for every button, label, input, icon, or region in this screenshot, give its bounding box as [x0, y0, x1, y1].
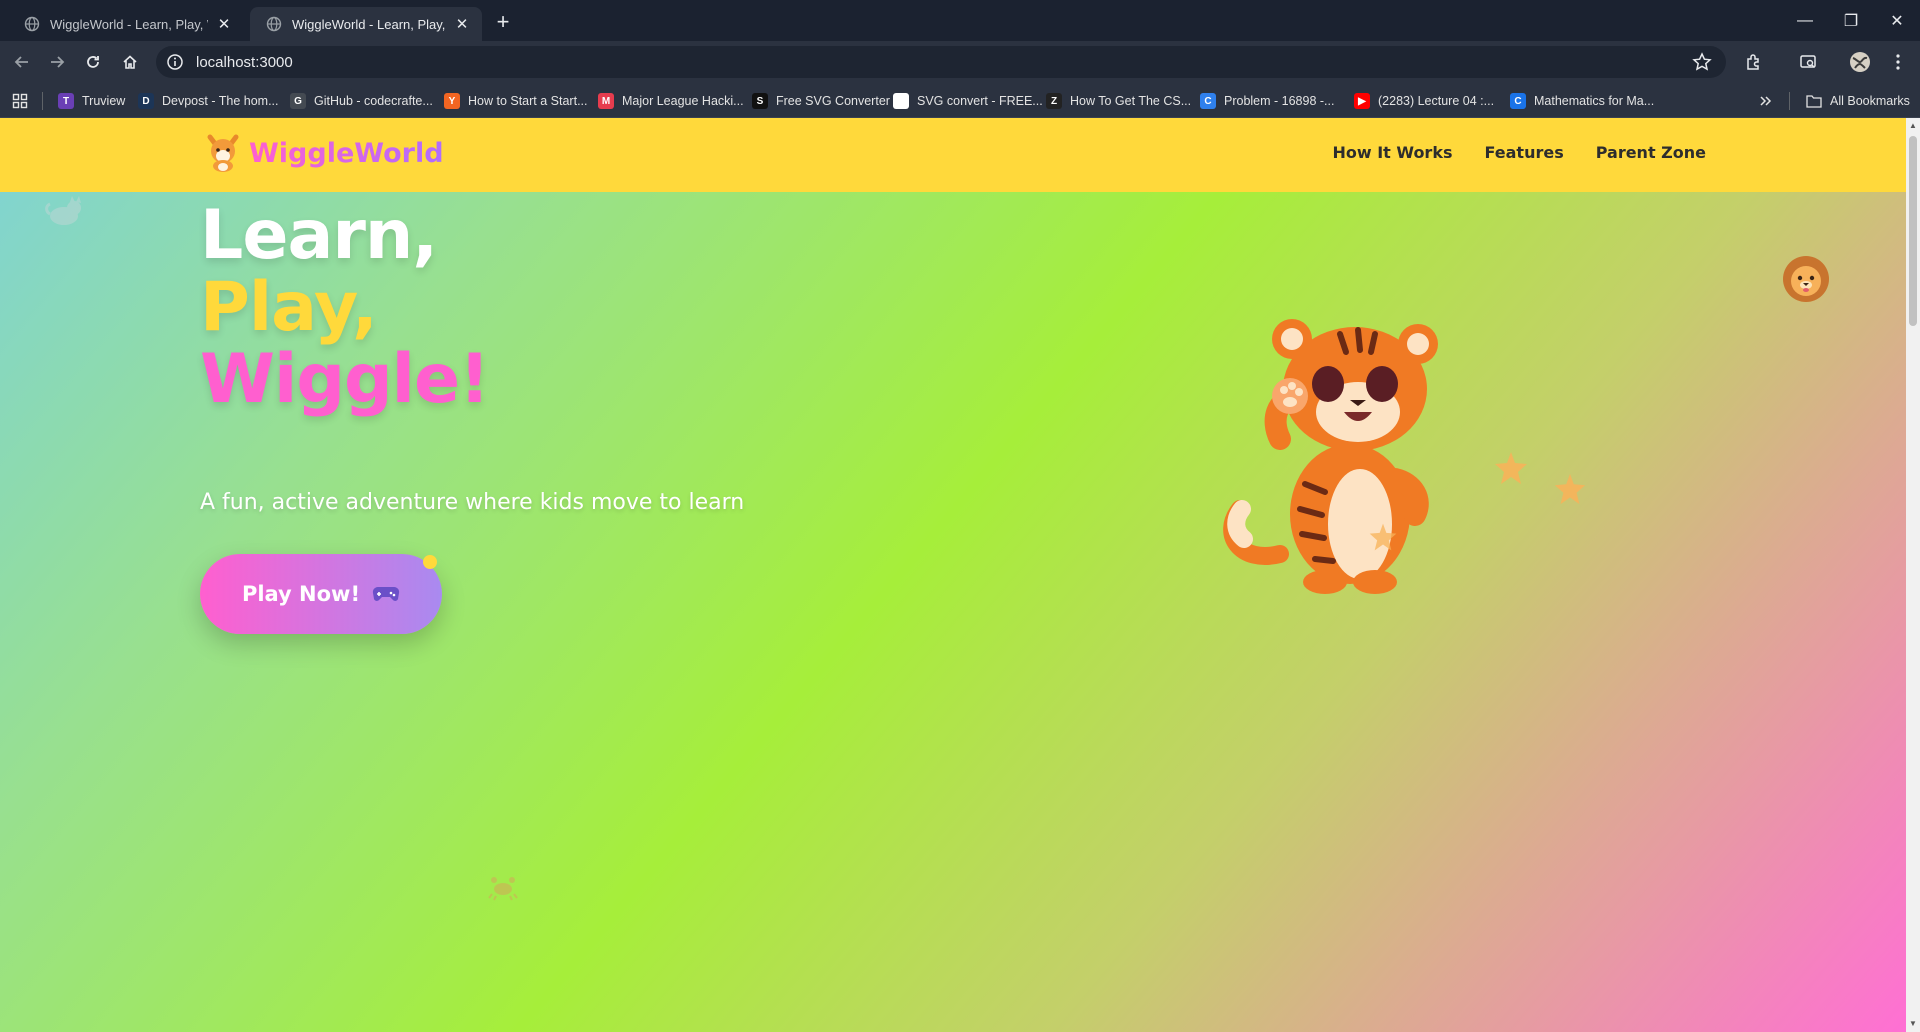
star-sparkle-icon [1369, 523, 1397, 551]
bookmarks-divider [42, 92, 43, 110]
bookmark-favicon-icon: D [138, 93, 154, 109]
tab-1[interactable]: WiggleWorld - Learn, Play, Wiggle! ✕ [8, 7, 244, 41]
extensions-icon[interactable] [1740, 48, 1768, 76]
bookmark-label: Major League Hacki... [622, 94, 744, 108]
lion-face-icon [1783, 256, 1829, 302]
profile-avatar[interactable] [1846, 48, 1874, 76]
hero-line-learn: Learn, [200, 196, 438, 275]
bookmark-favicon-icon: S [752, 93, 768, 109]
home-icon[interactable] [116, 48, 144, 76]
close-window-icon[interactable]: ✕ [1874, 0, 1920, 41]
page-viewport: WiggleWorld How It Works Features Parent… [0, 118, 1906, 1032]
url-text[interactable]: localhost:3000 [196, 54, 293, 71]
bookmark-label: SVG convert - FREE... [917, 94, 1043, 108]
bookmark-label: Devpost - The hom... [162, 94, 279, 108]
all-bookmarks-label: All Bookmarks [1830, 94, 1910, 108]
bookmark-item[interactable]: S Free SVG Converter [752, 91, 890, 111]
bookmark-favicon-icon: T [58, 93, 74, 109]
bookmark-item[interactable]: G GitHub - codecrafte... [290, 91, 433, 111]
button-sparkle [423, 555, 437, 569]
bookmark-label: Problem - 16898 -... [1224, 94, 1335, 108]
nav-link-parent-zone[interactable]: Parent Zone [1596, 143, 1706, 162]
star-sparkle-icon [1495, 452, 1527, 484]
address-bar[interactable]: localhost:3000 [156, 46, 1726, 78]
bookmark-favicon-icon: ▶ [1354, 93, 1370, 109]
more-bookmarks-icon[interactable] [1758, 91, 1772, 111]
hero-line-play: Play, [200, 268, 378, 347]
all-bookmarks-button[interactable]: All Bookmarks [1806, 91, 1910, 111]
fox-mascot-icon [207, 134, 239, 172]
nav-link-features[interactable]: Features [1484, 143, 1563, 162]
crab-doodle-icon [488, 877, 518, 901]
tab-strip: WiggleWorld - Learn, Play, Wiggle! ✕ Wig… [0, 0, 1920, 41]
bookmark-item[interactable]: SVG convert - FREE... [893, 91, 1043, 111]
bookmark-item[interactable]: T Truview [58, 91, 125, 111]
bookmark-item[interactable]: C Problem - 16898 -... [1200, 91, 1334, 111]
close-tab-icon[interactable]: ✕ [452, 14, 472, 34]
bookmark-label: How to Start a Start... [468, 94, 588, 108]
tiger-mascot-image [1223, 319, 1438, 594]
tab-title: WiggleWorld - Learn, Play, Wiggle! [292, 16, 446, 32]
globe-icon [24, 16, 40, 32]
bookmark-label: (2283) Lecture 04 :... [1378, 94, 1495, 108]
bookmark-label: Mathematics for Ma... [1534, 94, 1655, 108]
main-nav: How It Works Features Parent Zone [1332, 143, 1706, 162]
bookmark-favicon-icon: C [1510, 93, 1526, 109]
site-logo[interactable]: WiggleWorld [205, 133, 444, 173]
tab-title: WiggleWorld - Learn, Play, Wiggle! [50, 16, 208, 32]
scrollbar-thumb[interactable] [1909, 136, 1917, 326]
bookmark-favicon-icon: Y [444, 93, 460, 109]
reload-icon[interactable] [79, 48, 107, 76]
apps-grid-icon[interactable] [12, 91, 28, 111]
hero-line-wiggle: Wiggle! [200, 340, 490, 419]
forward-icon[interactable] [43, 48, 71, 76]
back-icon[interactable] [8, 48, 36, 76]
page-scrollbar[interactable]: ▲ ▼ [1906, 118, 1920, 1032]
folder-icon [1806, 95, 1822, 108]
site-info-icon[interactable] [166, 53, 184, 71]
minimize-icon[interactable]: — [1782, 0, 1828, 41]
bookmarks-divider [1789, 92, 1790, 110]
nav-link-how-it-works[interactable]: How It Works [1332, 143, 1452, 162]
bookmark-label: GitHub - codecrafte... [314, 94, 433, 108]
browser-toolbar: localhost:3000 [0, 41, 1920, 83]
bookmark-item[interactable]: ▶ (2283) Lecture 04 :... [1354, 91, 1494, 111]
star-sparkle-icon [1554, 473, 1586, 505]
play-now-button[interactable]: Play Now! [200, 554, 442, 634]
bookmark-item[interactable]: C Mathematics for Ma... [1510, 91, 1654, 111]
bookmark-favicon-icon: M [598, 93, 614, 109]
bookmarks-bar: T Truview D Devpost - The hom... G GitHub - c… [0, 83, 1920, 118]
cat-doodle-icon [45, 196, 81, 225]
bookmark-item[interactable]: M Major League Hacki... [598, 91, 744, 111]
bookmark-item[interactable]: Y How to Start a Start... [444, 91, 588, 111]
menu-kebab-icon[interactable] [1884, 48, 1912, 76]
bookmark-label: How To Get The CS... [1070, 94, 1192, 108]
hero-subtitle: A fun, active adventure where kids move … [200, 490, 745, 515]
bookmark-label: Truview [82, 94, 126, 108]
globe-icon [266, 16, 282, 32]
gamepad-icon [372, 586, 400, 601]
close-tab-icon[interactable]: ✕ [214, 14, 234, 34]
site-navbar: WiggleWorld How It Works Features Parent… [0, 118, 1906, 192]
restore-icon[interactable]: ❐ [1828, 0, 1874, 41]
bookmark-favicon-icon [893, 93, 909, 109]
bookmark-star-icon[interactable] [1692, 52, 1712, 72]
new-tab-button[interactable]: + [490, 9, 516, 35]
scroll-down-arrow[interactable]: ▼ [1909, 1020, 1917, 1028]
bookmark-item[interactable]: D Devpost - The hom... [138, 91, 279, 111]
bookmark-favicon-icon: Z [1046, 93, 1062, 109]
play-now-label: Play Now! [241, 582, 361, 606]
bookmark-favicon-icon: G [290, 93, 306, 109]
bookmark-favicon-icon: C [1200, 93, 1216, 109]
bookmark-label: Free SVG Converter [776, 94, 890, 108]
tab-2[interactable]: WiggleWorld - Learn, Play, Wiggle! ✕ [250, 7, 482, 41]
scroll-up-arrow[interactable]: ▲ [1909, 122, 1917, 130]
brand-name: WiggleWorld [249, 137, 444, 169]
bookmark-item[interactable]: Z How To Get The CS... [1046, 91, 1191, 111]
tab-search-icon[interactable] [1794, 48, 1822, 76]
